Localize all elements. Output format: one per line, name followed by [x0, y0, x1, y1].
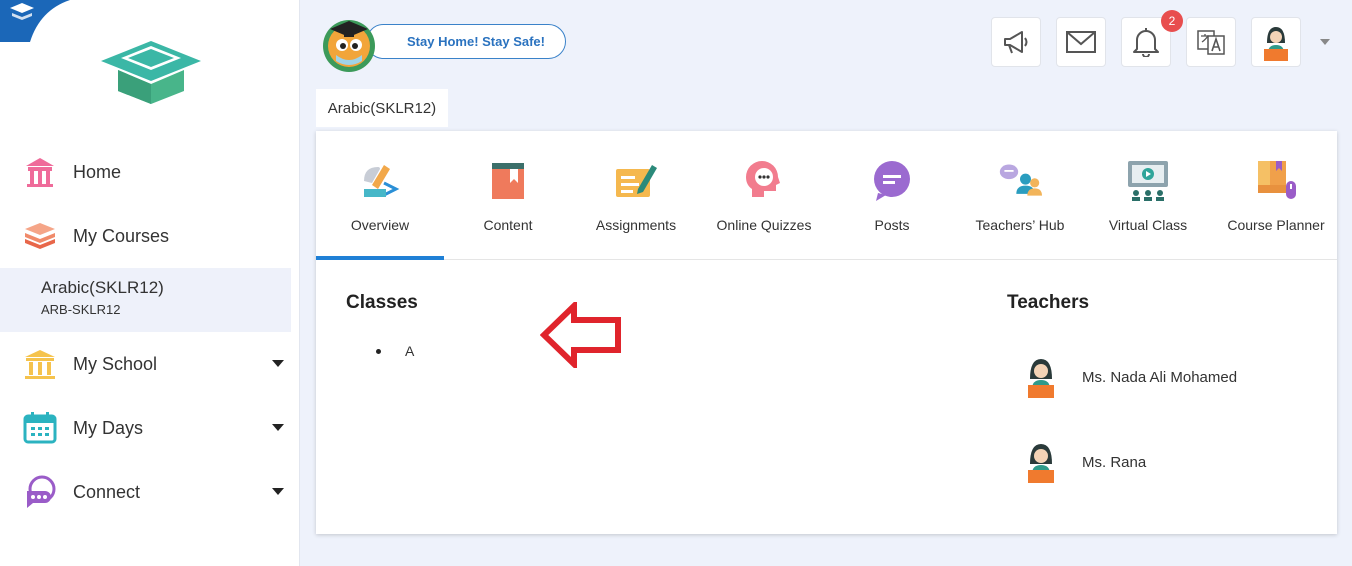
teacher-avatar-icon	[1028, 444, 1054, 483]
teacher-avatar-icon	[1028, 359, 1054, 398]
tab-course-planner[interactable]: Course Planner	[1212, 131, 1340, 260]
class-name: A	[405, 343, 415, 359]
bell-icon	[1133, 28, 1159, 57]
language-button[interactable]	[1186, 17, 1236, 67]
notification-count-badge: 2	[1161, 10, 1183, 32]
left-arrow-icon	[540, 302, 621, 368]
virtual-class-icon	[1126, 159, 1170, 203]
course-panel: Overview Content Assignments Online Quiz…	[316, 131, 1337, 534]
course-code: ARB-SKLR12	[41, 302, 121, 317]
tab-virtual-class[interactable]: Virtual Class	[1084, 131, 1212, 260]
overview-icon	[358, 159, 402, 203]
home-icon	[23, 155, 57, 189]
courses-icon	[23, 219, 57, 253]
bullet-icon	[376, 348, 381, 354]
mascot-icon	[323, 20, 375, 72]
sidebar-item-label: Home	[73, 161, 122, 182]
classes-heading: Classes	[346, 292, 418, 313]
school-icon	[23, 347, 57, 381]
sidebar-item-my-school[interactable]: My School	[0, 340, 300, 388]
teacher-item[interactable]: Ms. Rana	[1024, 440, 1324, 484]
tab-label: Overview	[350, 217, 410, 233]
sidebar-item-label: My Courses	[73, 225, 170, 246]
connect-icon	[23, 475, 57, 509]
tab-label: Posts	[874, 217, 910, 233]
teacher-name: Ms. Rana	[1082, 453, 1147, 471]
tab-online-quizzes[interactable]: Online Quizzes	[700, 131, 828, 260]
calendar-icon	[23, 411, 57, 445]
sidebar-item-my-courses[interactable]: My Courses	[0, 212, 300, 260]
announcements-button[interactable]	[991, 17, 1041, 67]
chevron-down-icon[interactable]	[272, 360, 284, 367]
class-list-item[interactable]: A	[376, 343, 414, 359]
sidebar-item-my-days[interactable]: My Days	[0, 404, 300, 452]
tab-content[interactable]: Content	[444, 131, 572, 260]
posts-icon	[870, 159, 914, 203]
course-tabs: Overview Content Assignments Online Quiz…	[316, 131, 1337, 260]
tab-label: Content	[483, 217, 533, 233]
teachers-heading: Teachers	[1007, 292, 1090, 313]
tab-assignments[interactable]: Assignments	[572, 131, 700, 260]
sidebar-item-active-course[interactable]: Arabic(SKLR12) ARB-SKLR12	[0, 268, 291, 332]
assignment-icon	[614, 159, 658, 203]
translate-icon	[1197, 30, 1225, 55]
quiz-icon	[742, 159, 786, 203]
planner-icon	[1254, 159, 1298, 203]
sidebar-item-label: My School	[73, 353, 158, 374]
school-logo-icon	[101, 41, 201, 104]
sidebar-item-home[interactable]: Home	[0, 148, 300, 196]
tab-label: Assignments	[595, 217, 677, 233]
tab-overview[interactable]: Overview	[316, 131, 444, 260]
corner-logo-icon	[0, 0, 70, 42]
sidebar-item-label: My Days	[73, 417, 144, 438]
tab-label: Virtual Class	[1108, 217, 1188, 233]
user-avatar-icon	[1264, 27, 1288, 61]
chevron-down-icon[interactable]	[272, 488, 284, 495]
teacher-item[interactable]: Ms. Nada Ali Mohamed	[1024, 355, 1324, 399]
sidebar-item-connect[interactable]: Connect	[0, 468, 300, 516]
sidebar: Home My Courses Arabic(SKLR12) ARB-SKLR1…	[0, 0, 300, 566]
chevron-down-icon[interactable]	[272, 424, 284, 431]
tab-label: Online Quizzes	[716, 217, 812, 233]
course-name: Arabic(SKLR12)	[41, 278, 164, 297]
book-icon	[486, 159, 530, 203]
mail-icon	[1066, 31, 1096, 53]
teachers-hub-icon	[998, 159, 1042, 203]
user-avatar-button[interactable]	[1251, 17, 1301, 67]
mail-button[interactable]	[1056, 17, 1106, 67]
teacher-name: Ms. Nada Ali Mohamed	[1082, 368, 1238, 386]
tab-label: Teachers’ Hub	[975, 217, 1065, 233]
tab-teachers-hub[interactable]: Teachers’ Hub	[956, 131, 1084, 260]
user-menu-chevron-icon[interactable]	[1320, 39, 1330, 45]
stay-home-button[interactable]: Stay Home! Stay Safe!	[366, 24, 566, 59]
course-tab[interactable]: Arabic(SKLR12)	[316, 89, 448, 127]
megaphone-icon	[1004, 31, 1028, 54]
sidebar-item-label: Connect	[73, 481, 141, 502]
tab-label: Course Planner	[1227, 217, 1325, 233]
tab-posts[interactable]: Posts	[828, 131, 956, 260]
